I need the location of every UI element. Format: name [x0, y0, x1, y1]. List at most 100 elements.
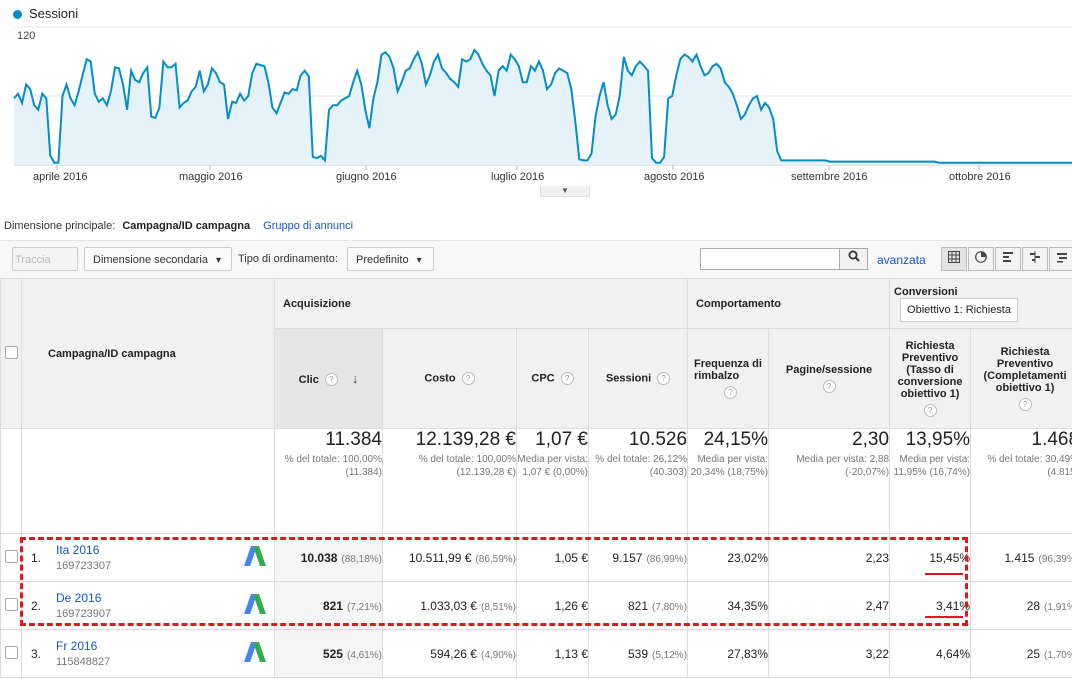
pie-view-icon[interactable]	[968, 247, 994, 271]
sort-type-value: Predefinito	[356, 254, 409, 266]
help-icon[interactable]: ?	[560, 372, 574, 385]
total-bounce: 24,15% Media per vista: 20,34% (18,75%)	[687, 428, 770, 534]
google-ads-icon	[244, 642, 266, 662]
search-icon	[848, 250, 860, 262]
cell-cpc: 1,13 €	[516, 629, 589, 678]
row-number: 3.	[31, 647, 42, 661]
primary-dimension-label: Dimensione principale:	[4, 220, 116, 232]
cell-sessions: 9.157 (86,99%)	[587, 533, 689, 582]
cell-bounce: 34,35%	[687, 581, 770, 630]
row-checkbox[interactable]	[4, 549, 18, 563]
bar-view-icon[interactable]	[995, 247, 1021, 271]
sessions-chart[interactable]: Sessioni 120 60 aprile 2016 maggio 2016 …	[0, 0, 1072, 200]
cell-completions: 28(1,91%)	[970, 581, 1072, 630]
campaign-cell: 2. De 2016 169723907	[21, 581, 275, 630]
total-clicks: 11.384% del totale: 100,00% (11.384)	[274, 428, 383, 534]
conversions-label: Conversioni	[894, 285, 958, 298]
header-cpc-label: CPC	[531, 372, 555, 385]
select-all-checkbox[interactable]	[4, 345, 18, 359]
campaign-name-link[interactable]: De 2016	[56, 591, 101, 605]
row-number: 2.	[31, 599, 42, 613]
cell-pages: 2,47	[768, 581, 891, 630]
secondary-dimension-label: Dimensione secondaria	[93, 254, 208, 266]
chevron-down-icon	[409, 254, 422, 266]
cell-pages: 2,23	[768, 533, 891, 582]
dimension-campaign-id[interactable]: Campagna/ID campagna	[122, 220, 250, 232]
campaign-id: 169723907	[56, 608, 112, 620]
help-icon[interactable]: ?	[724, 386, 738, 399]
header-sessions[interactable]: Sessioni?	[587, 328, 689, 429]
cell-conv-rate: 3,41%	[889, 581, 972, 630]
help-icon[interactable]: ?	[923, 404, 937, 417]
table-row: 3. Fr 2016 115848827 525 (4,61%) 594,26 €…	[0, 629, 1072, 678]
advanced-filter-link[interactable]: avanzata	[877, 253, 926, 267]
sort-type-dropdown[interactable]: Predefinito	[347, 247, 434, 271]
term-cloud-view-icon[interactable]	[1049, 247, 1072, 271]
header-completions[interactable]: Richiesta Preventivo (Completamenti obie…	[970, 328, 1072, 429]
header-completions-label: Richiesta Preventivo (Completamenti obie…	[983, 346, 1067, 394]
cell-pages: 3,22	[768, 629, 891, 678]
search-button[interactable]	[840, 248, 868, 270]
plot-rows-button[interactable]: Traccia righe	[12, 247, 78, 290]
cell-completions: 25(1,70%)	[970, 629, 1072, 678]
google-ads-icon	[244, 546, 266, 566]
cell-conv-rate: 4,64%	[889, 629, 972, 678]
row-select-cell	[0, 629, 22, 678]
goal-select-dropdown[interactable]: Obiettivo 1: Richiesta	[900, 297, 1018, 322]
row-checkbox[interactable]	[4, 597, 18, 611]
x-tick-may: maggio 2016	[179, 171, 243, 183]
campaign-name-link[interactable]: Fr 2016	[56, 639, 97, 653]
group-behavior: Comportamento	[687, 278, 891, 329]
table-row: 1. Ita 2016 169723307 10.038 (88,18%) 10.…	[0, 533, 1072, 582]
chart-collapse-toggle[interactable]: ▼	[540, 186, 590, 197]
x-tick-april: aprile 2016	[33, 171, 88, 183]
header-bounce[interactable]: Frequenza di rimbalzo?	[687, 328, 770, 429]
table-search-input[interactable]	[700, 248, 840, 270]
table-view-icon[interactable]	[941, 247, 967, 271]
campaign-name-link[interactable]: Ita 2016	[56, 543, 99, 557]
cell-clicks: 10.038 (88,18%)	[274, 533, 383, 582]
table-row: 2. De 2016 169723907 821 (7,21%) 1.033,03…	[0, 581, 1072, 630]
total-conv-rate: 13,95% Media per vista: 11,95% (16,74%)	[889, 428, 972, 534]
cell-cost: 594,26 € (4,90%)	[382, 629, 517, 678]
help-icon[interactable]: ?	[1018, 398, 1032, 411]
cell-bounce: 27,83%	[687, 629, 770, 678]
header-conv-rate[interactable]: Richiesta Preventivo (Tasso di conversio…	[889, 328, 972, 429]
secondary-dimension-dropdown[interactable]: Dimensione secondaria	[84, 247, 232, 271]
help-icon[interactable]: ?	[657, 372, 671, 385]
help-icon[interactable]: ?	[461, 372, 475, 385]
cell-cpc: 1,05 €	[516, 533, 589, 582]
dimension-ad-group-link[interactable]: Gruppo di annunci	[263, 220, 353, 232]
primary-dimension-bar: Dimensione principale: Campagna/ID campa…	[4, 220, 353, 232]
sort-type-label: Tipo di ordinamento:	[238, 253, 338, 265]
campaign-cell: 1. Ita 2016 169723307	[21, 533, 275, 582]
group-acquisition: Acquisizione	[273, 278, 689, 329]
header-conv-rate-label: Richiesta Preventivo (Tasso di conversio…	[897, 340, 963, 400]
cell-clicks: 821 (7,21%)	[274, 581, 383, 630]
select-all-cell	[0, 278, 22, 429]
header-clicks-label: Clic	[298, 373, 319, 386]
group-conversions: Conversioni Obiettivo 1: Richiesta	[889, 278, 1072, 329]
chart-plot	[13, 26, 1072, 170]
header-cost[interactable]: Costo?	[382, 328, 517, 429]
total-completions: 1.468% del totale: 30,49% (4.815)	[970, 428, 1072, 534]
total-cost: 12.139,28 €% del totale: 100,00% (12.139…	[382, 428, 517, 534]
header-sessions-label: Sessioni	[605, 372, 652, 385]
x-tick-august: agosto 2016	[644, 171, 705, 183]
header-campaign[interactable]: Campagna/ID campagna	[21, 278, 275, 429]
row-number: 1.	[31, 551, 42, 565]
total-pages: 2,30 Media per vista: 2,88 (-20,07%)	[768, 428, 891, 534]
x-tick-july: luglio 2016	[491, 171, 545, 183]
help-icon[interactable]: ?	[324, 373, 338, 387]
campaign-id: 115848827	[56, 656, 111, 668]
total-cpc: 1,07 € Media per vista: 1,07 € (0,00%)	[516, 428, 589, 534]
comparison-view-icon[interactable]	[1022, 247, 1048, 271]
header-pages[interactable]: Pagine/sessione?	[768, 328, 891, 429]
help-icon[interactable]: ?	[822, 380, 836, 393]
campaign-table: Campagna/ID campagna Acquisizione Compor…	[0, 278, 1072, 678]
sort-desc-arrow-icon[interactable]: ↓	[352, 371, 359, 386]
header-clicks[interactable]: Clic? ↓	[274, 328, 383, 429]
row-checkbox[interactable]	[4, 645, 18, 659]
header-cpc[interactable]: CPC?	[516, 328, 589, 429]
chevron-down-icon	[208, 254, 221, 266]
